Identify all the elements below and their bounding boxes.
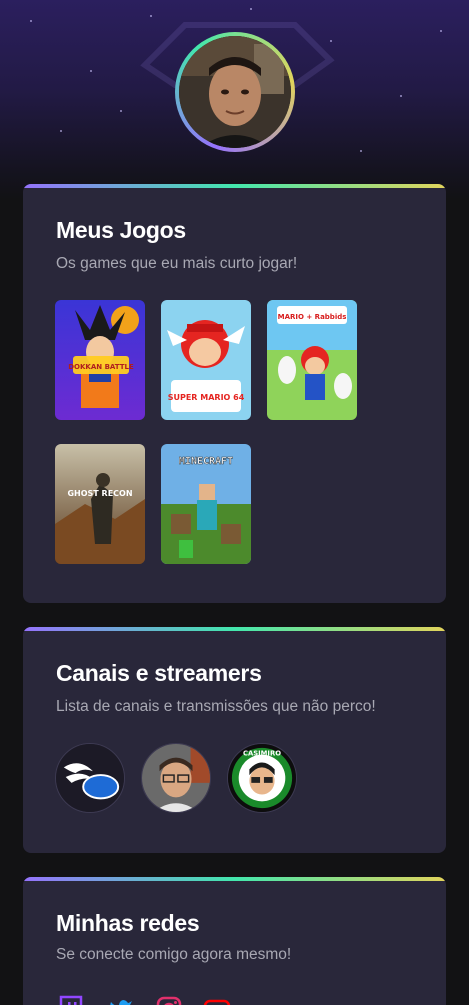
- game-cover-text: GHOST RECON: [67, 489, 132, 498]
- game-cover-text: MINECRAFT: [179, 456, 233, 467]
- games-subtitle: Os games que eu mais curto jogar!: [56, 255, 298, 272]
- games-card: Meus Jogos Os games que eu mais curto jo…: [23, 184, 446, 603]
- game-cover-text: MARIO + Rabbids: [278, 313, 347, 321]
- game-cover-super-mario-64[interactable]: SUPER MARIO 64: [161, 300, 251, 420]
- streamer-avatar-boy[interactable]: [141, 743, 211, 813]
- game-cover-minecraft[interactable]: MINECRAFT: [161, 444, 251, 564]
- social-card: Minhas redes Se conecte comigo agora mes…: [23, 877, 446, 1005]
- social-title: Minhas redes: [56, 910, 200, 936]
- game-cover-mario-rabbids[interactable]: MARIO + Rabbids: [267, 300, 357, 420]
- streamers-subtitle: Lista de canais e transmissões que não p…: [56, 698, 376, 715]
- game-cover-ghost-recon[interactable]: GHOST RECON: [55, 444, 145, 564]
- streamer-avatar-glove[interactable]: [55, 743, 125, 813]
- winged-glove-icon: [56, 744, 124, 812]
- youtube-icon[interactable]: [203, 995, 231, 1005]
- streamers-card: Canais e streamers Lista de canais e tra…: [23, 627, 446, 853]
- games-title: Meus Jogos: [56, 217, 186, 243]
- instagram-icon[interactable]: [155, 995, 183, 1005]
- avatar: [175, 32, 295, 152]
- streamer-avatar-casimiro[interactable]: CASIMIRO: [227, 743, 297, 813]
- streamer-badge-text: CASIMIRO: [243, 750, 281, 758]
- game-cover-dragon-ball[interactable]: DOKKAN BATTLE: [55, 300, 145, 420]
- streamers-title: Canais e streamers: [56, 660, 262, 686]
- game-cover-text: SUPER MARIO 64: [168, 393, 245, 402]
- twitter-icon[interactable]: [107, 995, 135, 1005]
- twitch-icon[interactable]: [57, 995, 85, 1005]
- profile-photo: [179, 36, 291, 148]
- game-cover-text: DOKKAN BATTLE: [68, 363, 134, 371]
- social-subtitle: Se conecte comigo agora mesmo!: [56, 946, 292, 963]
